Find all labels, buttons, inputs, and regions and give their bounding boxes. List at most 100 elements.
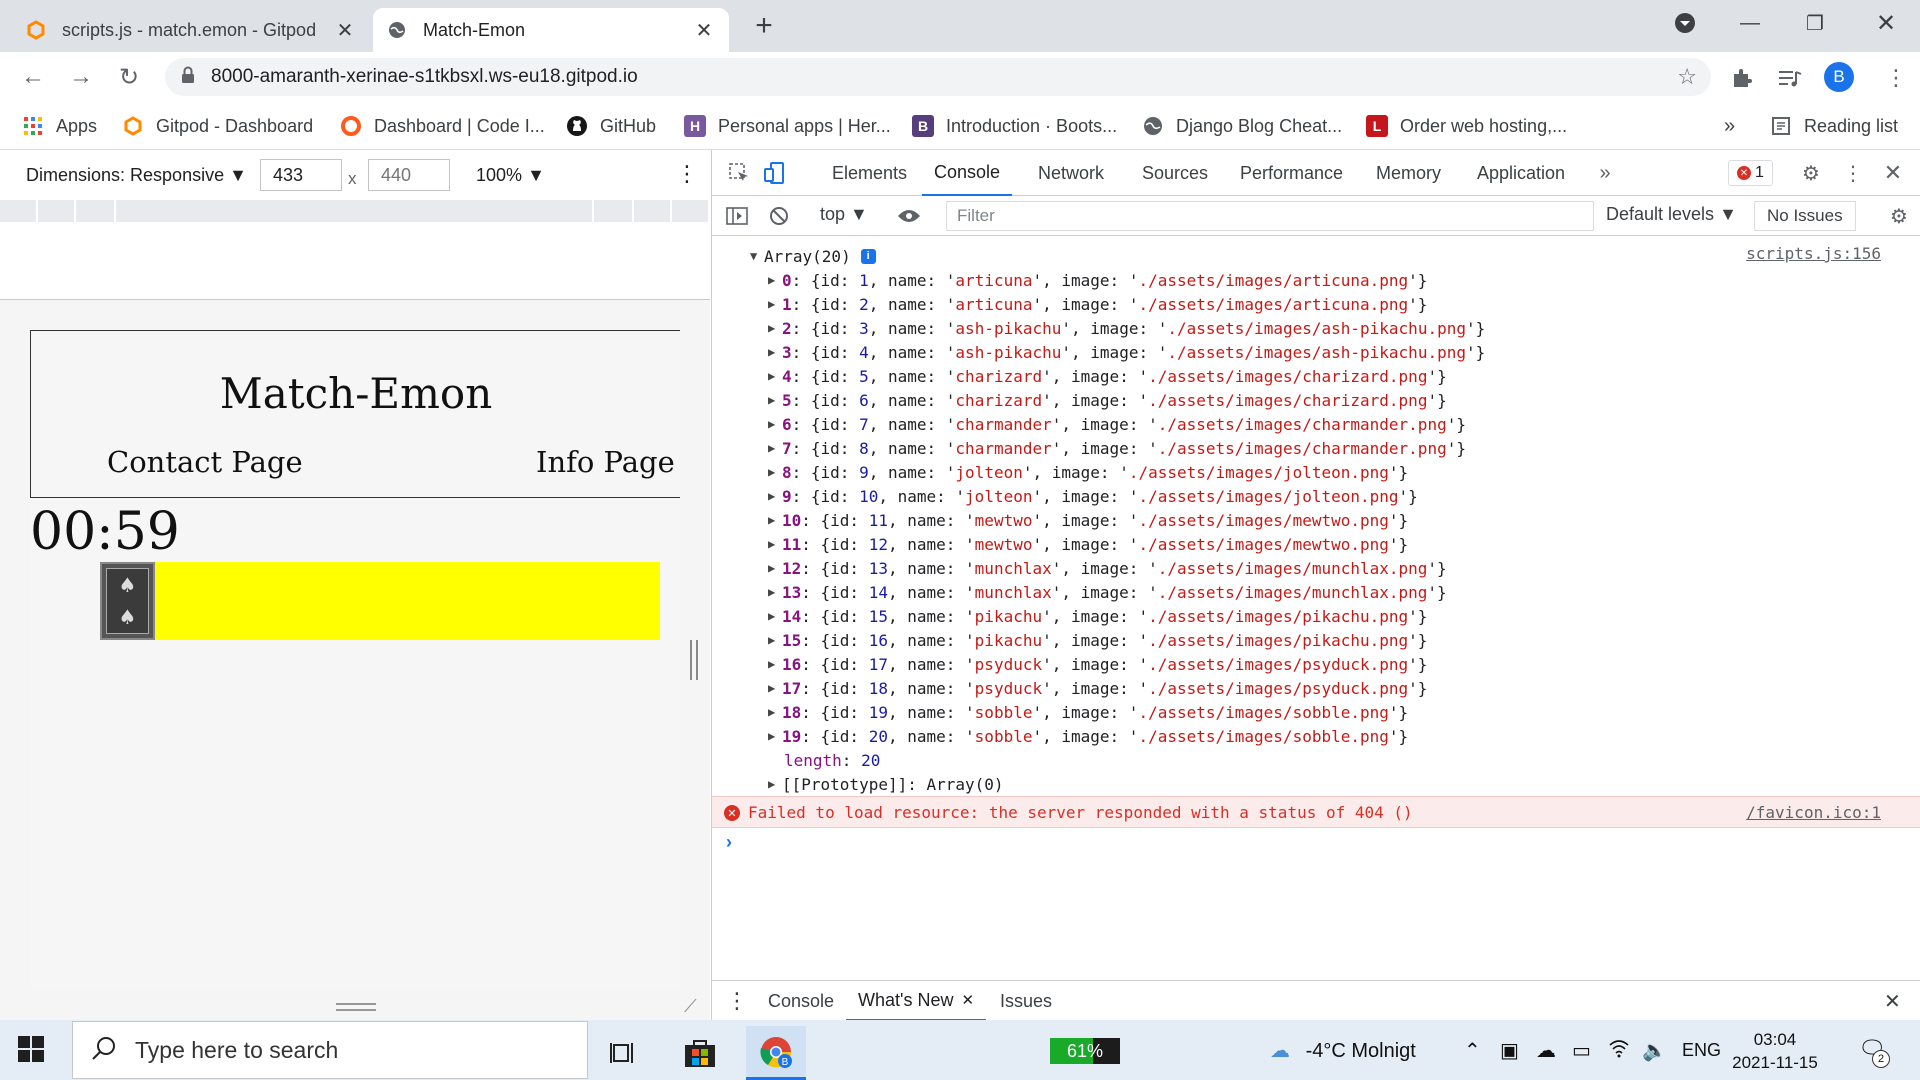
width-input[interactable] [260, 159, 342, 191]
array-entry[interactable]: ▶ 1: {id: 2, name: ' articuna ', image: ' ./… [768, 292, 1427, 316]
close-drawer-tab-icon[interactable]: ✕ [961, 991, 974, 1009]
more-tabs-chevron-icon[interactable]: » [1592, 160, 1618, 186]
tab-performance[interactable]: Performance [1240, 150, 1343, 196]
tab-search-icon[interactable] [1668, 6, 1702, 40]
address-bar[interactable]: 8000-amaranth-xerinae-s1tkbsxl.ws-eu18.g… [165, 58, 1711, 96]
console-settings-gear-icon[interactable]: ⚙ [1886, 203, 1912, 229]
tab-application[interactable]: Application [1477, 150, 1565, 196]
chrome-menu-icon[interactable]: ⋮ [1882, 64, 1910, 92]
minimize-icon[interactable]: — [1730, 6, 1770, 40]
array-entry[interactable]: ▶ 3: {id: 4, name: ' ash-pikachu ', image: … [768, 340, 1485, 364]
device-more-icon[interactable]: ⋮ [676, 161, 698, 187]
media-queue-icon[interactable] [1776, 64, 1804, 92]
height-input[interactable] [368, 159, 450, 191]
device-toggle-icon[interactable] [762, 160, 788, 186]
drawer-tab-issues[interactable]: Issues [1000, 981, 1052, 1021]
new-tab-button[interactable]: + [748, 9, 780, 42]
close-tab-icon[interactable]: ✕ [693, 19, 715, 42]
drawer-tab-console[interactable]: Console [768, 981, 834, 1021]
zoom-dropdown[interactable]: 100% ▼ [476, 165, 545, 186]
dimensions-dropdown[interactable]: Dimensions: Responsive ▼ [26, 165, 247, 186]
playing-card-back[interactable]: ♠ ♠ [100, 562, 155, 640]
drawer-tab-whats-new[interactable]: What's New ✕ [846, 981, 987, 1021]
contact-page-link[interactable]: Contact Page [107, 445, 303, 479]
tab-sources[interactable]: Sources [1142, 150, 1208, 196]
array-entry[interactable]: ▶ 9: {id: 10, name: ' jolteon ', image: ' ./… [768, 484, 1418, 508]
source-link[interactable]: scripts.js:156 [1746, 244, 1881, 263]
forward-arrow-icon[interactable]: → [66, 62, 96, 92]
console-prompt-icon[interactable]: › [726, 832, 732, 853]
task-view-icon[interactable] [594, 1026, 654, 1080]
log-levels-dropdown[interactable]: Default levels ▼ [1606, 204, 1737, 225]
bookmark-github[interactable]: GitHub [566, 112, 656, 140]
chrome-taskbar-icon[interactable]: B [746, 1026, 806, 1080]
array-entry[interactable]: ▶ 0: {id: 1, name: ' articuna ', image: ' ./… [768, 268, 1427, 292]
viewport-resize-handle-bottom[interactable] [336, 1003, 376, 1011]
info-page-link[interactable]: Info Page [536, 445, 675, 479]
context-selector[interactable]: top ▼ [820, 204, 868, 225]
ruler-segment[interactable] [38, 200, 76, 222]
weather-widget[interactable]: ☁ -4°C Molnigt [1270, 1038, 1416, 1063]
array-entry[interactable]: ▶ 11: {id: 12, name: ' mewtwo ', image: ' ./… [768, 532, 1408, 556]
taskbar-clock[interactable]: 03:04 2021-11-15 [1730, 1028, 1820, 1074]
drawer-menu-icon[interactable]: ⋮ [726, 981, 748, 1021]
bookmark-apps[interactable]: Apps [22, 112, 97, 140]
close-window-icon[interactable]: ✕ [1866, 6, 1906, 40]
battery-icon[interactable]: ▭ [1572, 1038, 1591, 1063]
onedrive-cloud-icon[interactable]: ☁ [1536, 1038, 1556, 1063]
array-log-header[interactable]: ▼ Array(20) i [750, 244, 876, 268]
reading-list-button[interactable]: Reading list [1770, 112, 1898, 140]
ruler-segment[interactable] [116, 200, 594, 222]
viewport-resize-handle-right[interactable] [690, 640, 698, 680]
microsoft-store-icon[interactable] [670, 1026, 730, 1080]
array-entry[interactable]: ▶ 13: {id: 14, name: ' munchlax ', image: '… [768, 580, 1447, 604]
bookmark-heroku[interactable]: H Personal apps | Her... [684, 112, 891, 140]
array-entry[interactable]: ▶ 18: {id: 19, name: ' sobble ', image: ' ./… [768, 700, 1408, 724]
reload-icon[interactable]: ↻ [114, 62, 144, 92]
array-entry[interactable]: ▶ 5: {id: 6, name: ' charizard ', image: '.… [768, 388, 1447, 412]
tab-elements[interactable]: Elements [832, 150, 907, 196]
error-source-link[interactable]: /favicon.ico:1 [1746, 803, 1881, 822]
issues-button[interactable]: No Issues [1754, 201, 1856, 231]
console-filter-input[interactable]: Filter [946, 201, 1594, 231]
extensions-puzzle-icon[interactable] [1728, 64, 1756, 92]
array-entry[interactable]: ▶ 2: {id: 3, name: ' ash-pikachu ', image: … [768, 316, 1485, 340]
close-devtools-icon[interactable]: ✕ [1880, 160, 1906, 186]
ruler-segment[interactable] [76, 200, 116, 222]
volume-speaker-icon[interactable]: 🔈 [1642, 1038, 1667, 1063]
bookmark-web-hosting[interactable]: L Order web hosting,... [1366, 112, 1567, 140]
viewport-resize-corner[interactable]: ⟋ [684, 996, 697, 1017]
live-expression-eye-icon[interactable] [896, 203, 922, 229]
settings-gear-icon[interactable]: ⚙ [1798, 160, 1824, 186]
devtools-menu-icon[interactable]: ⋮ [1840, 160, 1866, 186]
close-drawer-icon[interactable]: ✕ [1884, 981, 1901, 1021]
profile-avatar[interactable]: B [1824, 62, 1854, 92]
battery-indicator[interactable]: 61% [1050, 1038, 1120, 1064]
array-entry[interactable]: ▶ 16: {id: 17, name: ' psyduck ', image: '.… [768, 652, 1427, 676]
bookmark-star-icon[interactable]: ☆ [1677, 64, 1697, 90]
error-count-badge[interactable]: ✕ 1 [1728, 160, 1773, 186]
array-entry[interactable]: ▶ 8: {id: 9, name: ' jolteon ', image: ' ./a… [768, 460, 1408, 484]
tab-memory[interactable]: Memory [1376, 150, 1441, 196]
action-center-icon[interactable]: 🗨 2 [1858, 1036, 1890, 1068]
prototype-line[interactable]: ▶ [[Prototype]]: Array(0) [768, 772, 1004, 796]
language-indicator[interactable]: ENG [1682, 1040, 1721, 1061]
bookmark-code-institute[interactable]: Dashboard | Code I... [340, 112, 545, 140]
array-entry[interactable]: ▶ 12: {id: 13, name: ' munchlax ', image: '… [768, 556, 1447, 580]
show-hidden-icons-chevron[interactable]: ⌃ [1464, 1038, 1481, 1063]
tab-gitpod-scripts[interactable]: scripts.js - match.emon - Gitpod ✕ [12, 8, 370, 52]
meet-now-icon[interactable]: ▣ [1500, 1038, 1519, 1063]
ruler-segment[interactable] [672, 200, 710, 222]
back-arrow-icon[interactable]: ← [18, 62, 48, 92]
array-entry[interactable]: ▶ 14: {id: 15, name: ' pikachu ', image: '.… [768, 604, 1427, 628]
tab-match-emon[interactable]: Match-Emon ✕ [373, 8, 729, 52]
bookmarks-overflow-chevron[interactable]: » [1724, 112, 1735, 140]
restore-icon[interactable]: ❐ [1795, 6, 1835, 40]
array-entry[interactable]: ▶ 6: {id: 7, name: ' charmander ', image: '… [768, 412, 1466, 436]
windows-start-icon[interactable] [18, 1036, 46, 1064]
array-entry[interactable]: ▶ 7: {id: 8, name: ' charmander ', image: '… [768, 436, 1466, 460]
array-entry[interactable]: ▶ 15: {id: 16, name: ' pikachu ', image: '.… [768, 628, 1427, 652]
ruler-segment[interactable] [634, 200, 672, 222]
tab-console[interactable]: Console [922, 150, 1013, 196]
ruler-segment[interactable] [594, 200, 634, 222]
